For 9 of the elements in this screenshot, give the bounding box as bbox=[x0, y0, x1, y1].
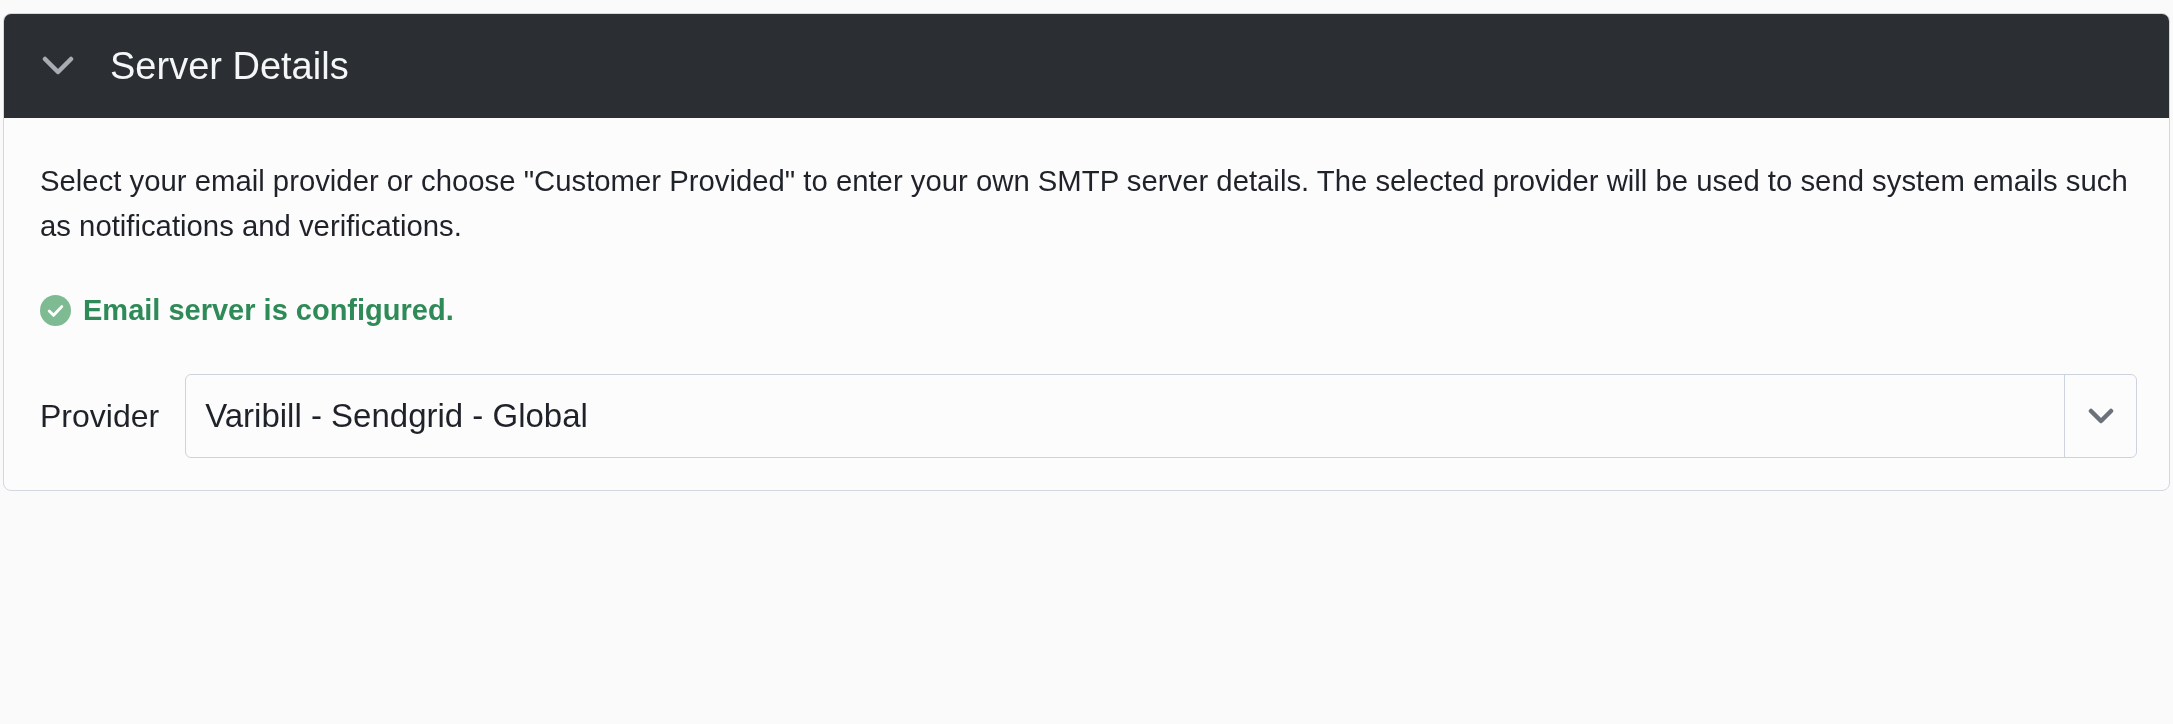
panel-header[interactable]: Server Details bbox=[4, 14, 2169, 118]
description-text: Select your email provider or choose "Customer Provided" to enter your own SMTP server details. The selected provider will be used to send system emails such as notifications and verifications. bbox=[40, 163, 2129, 244]
status-message: Email server is configured. bbox=[83, 293, 454, 328]
field-label: Provider bbox=[40, 397, 160, 435]
chevron-down-icon bbox=[2087, 408, 2114, 424]
check-circle-icon bbox=[40, 294, 71, 326]
panel-title: Server Details bbox=[110, 44, 349, 88]
chevron-down-icon bbox=[42, 56, 74, 76]
provider-select[interactable]: Varibill - Sendgrid - Global bbox=[185, 374, 2137, 458]
